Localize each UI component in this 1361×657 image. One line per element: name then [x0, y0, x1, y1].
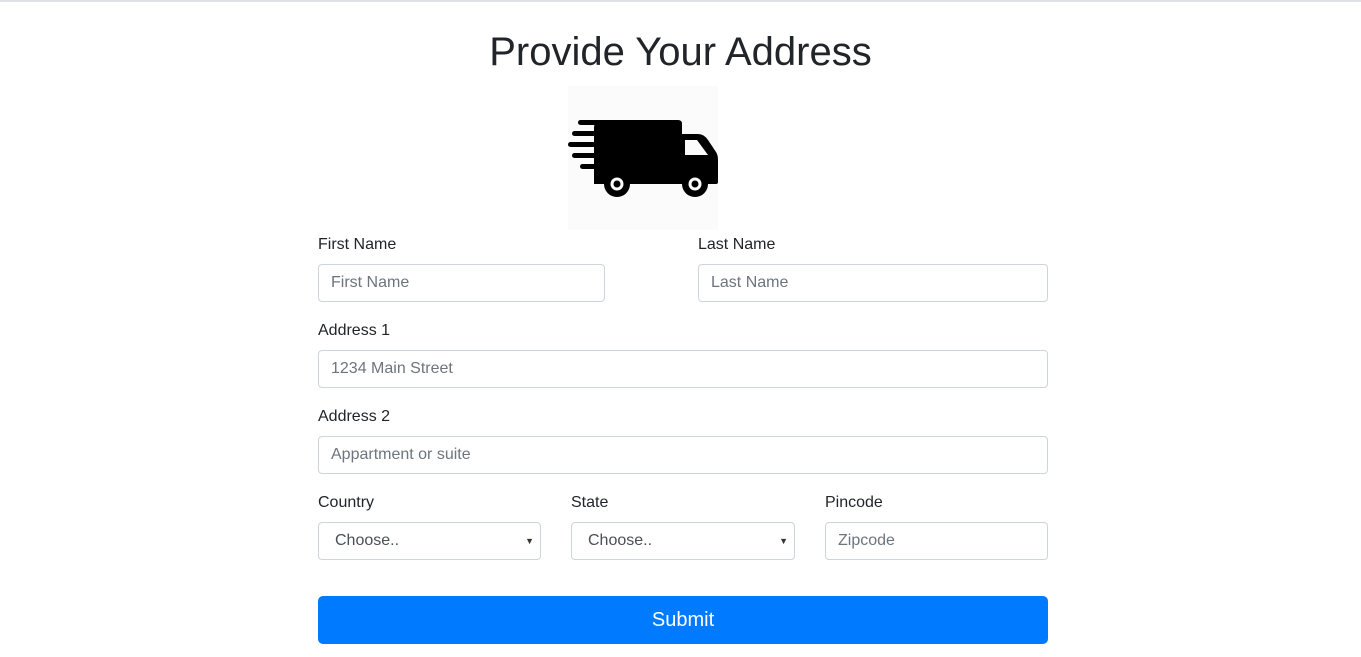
state-label: State: [571, 494, 609, 511]
address2-label: Address 2: [318, 408, 391, 425]
dropdown-caret-icon: ▼: [525, 536, 534, 546]
address1-label: Address 1: [318, 322, 391, 339]
last-name-label: Last Name: [698, 236, 776, 253]
pincode-input[interactable]: [825, 522, 1048, 560]
address2-input[interactable]: [318, 436, 1048, 474]
country-label: Country: [318, 494, 375, 511]
country-select[interactable]: Choose.. ▼: [318, 522, 541, 560]
country-selected-value: Choose..: [335, 532, 400, 549]
state-selected-value: Choose..: [588, 532, 653, 549]
delivery-truck-icon: [568, 86, 718, 230]
pincode-label: Pincode: [825, 494, 883, 511]
state-select[interactable]: Choose.. ▼: [571, 522, 795, 560]
first-name-label: First Name: [318, 236, 397, 253]
last-name-input[interactable]: [698, 264, 1048, 302]
top-divider: [0, 0, 1361, 2]
address1-input[interactable]: [318, 350, 1048, 388]
first-name-input[interactable]: [318, 264, 605, 302]
submit-button[interactable]: Submit: [318, 596, 1048, 644]
dropdown-caret-icon: ▼: [779, 536, 788, 546]
page-title: Provide Your Address: [489, 30, 872, 74]
